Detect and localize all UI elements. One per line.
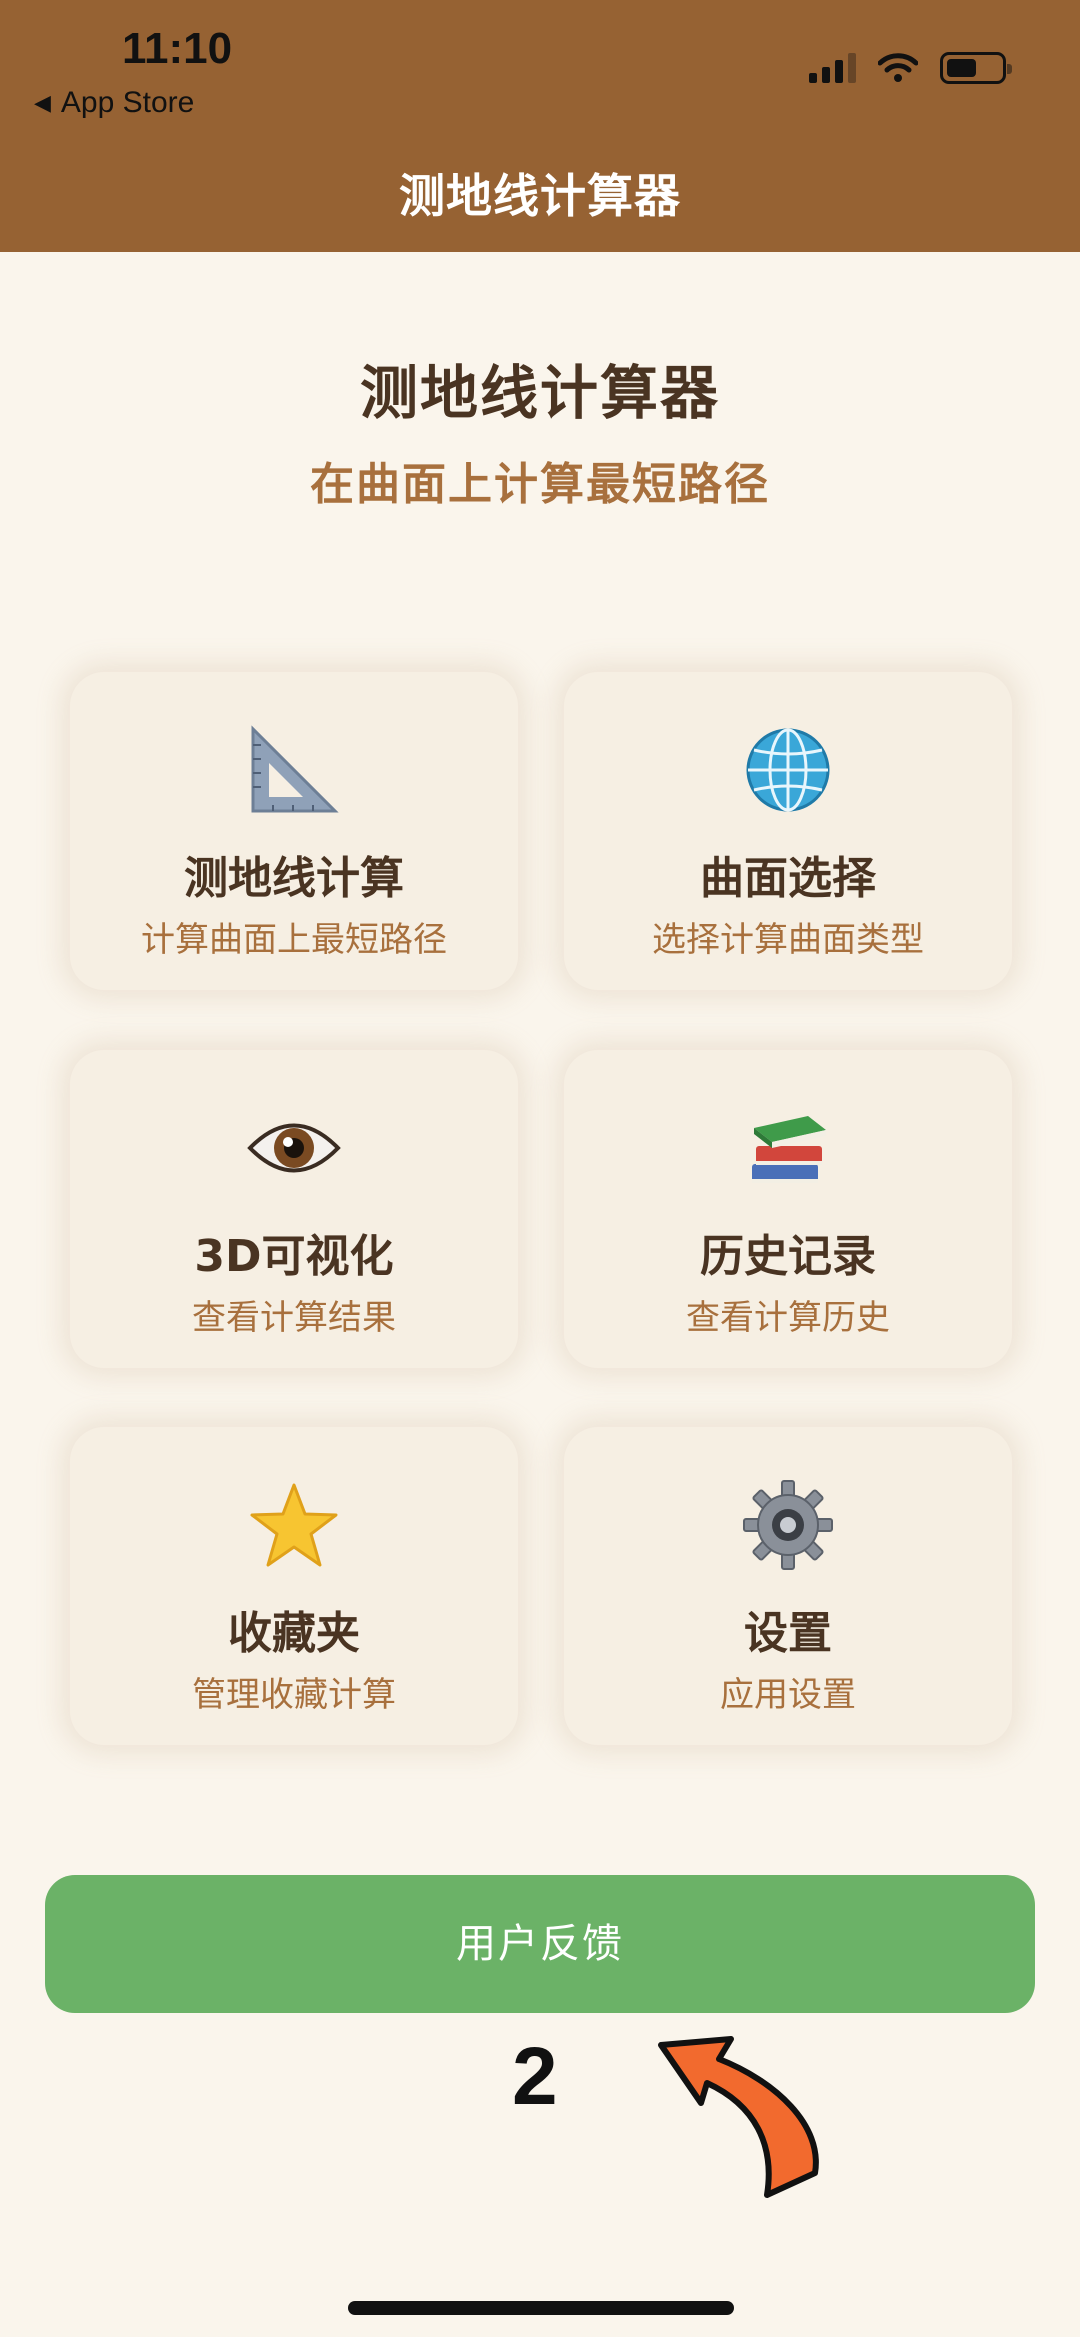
card-label: 曲面选择	[700, 853, 876, 904]
card-label: 3D可视化	[194, 1231, 394, 1282]
card-description: 应用设置	[720, 1675, 856, 1715]
back-link-label: App Store	[60, 86, 195, 119]
annotation-arrow-icon	[658, 2036, 819, 2198]
cellular-signal-icon	[809, 53, 856, 83]
card-3d-visualization[interactable]: 3D可视化 查看计算结果	[70, 1050, 518, 1368]
card-geodesic-calculation[interactable]: 测地线计算 计算曲面上最短路径	[70, 672, 518, 990]
card-label: 收藏夹	[228, 1608, 360, 1659]
home-indicator[interactable]	[348, 2301, 734, 2315]
card-label: 测地线计算	[184, 853, 404, 904]
globe-icon	[564, 722, 1012, 818]
wifi-icon	[878, 53, 918, 82]
card-description: 查看计算历史	[686, 1298, 890, 1338]
gear-icon	[564, 1477, 1012, 1573]
annotation-step-number: 2	[512, 2031, 558, 2122]
card-favorites[interactable]: 收藏夹 管理收藏计算	[70, 1427, 518, 1745]
card-description: 选择计算曲面类型	[652, 920, 924, 960]
triangle-ruler-icon	[70, 722, 518, 818]
status-time: 11:10	[122, 24, 233, 73]
feedback-button[interactable]: 用户反馈	[45, 1875, 1035, 2013]
card-description: 管理收藏计算	[192, 1675, 396, 1715]
card-label: 设置	[744, 1608, 832, 1659]
star-icon	[70, 1477, 518, 1573]
card-description: 查看计算结果	[192, 1298, 396, 1338]
card-settings[interactable]: 设置 应用设置	[564, 1427, 1012, 1745]
nav-title: 测地线计算器	[399, 169, 681, 223]
card-history[interactable]: 历史记录 查看计算历史	[564, 1050, 1012, 1368]
card-label: 历史记录	[700, 1231, 876, 1282]
hero-subtitle: 在曲面上计算最短路径	[310, 459, 770, 510]
status-icons	[809, 52, 1012, 84]
hero-title: 测地线计算器	[359, 359, 720, 427]
back-to-app-store-link[interactable]: ◀ App Store	[34, 86, 194, 120]
card-surface-selection[interactable]: 曲面选择 选择计算曲面类型	[564, 672, 1012, 990]
battery-icon	[940, 52, 1012, 84]
back-triangle-icon: ◀	[34, 90, 51, 115]
app-header: 11:10 ◀ App Store 测地线计算器	[0, 0, 1080, 252]
card-description: 计算曲面上最短路径	[141, 920, 447, 960]
eye-icon	[70, 1100, 518, 1196]
books-icon	[564, 1100, 1012, 1196]
